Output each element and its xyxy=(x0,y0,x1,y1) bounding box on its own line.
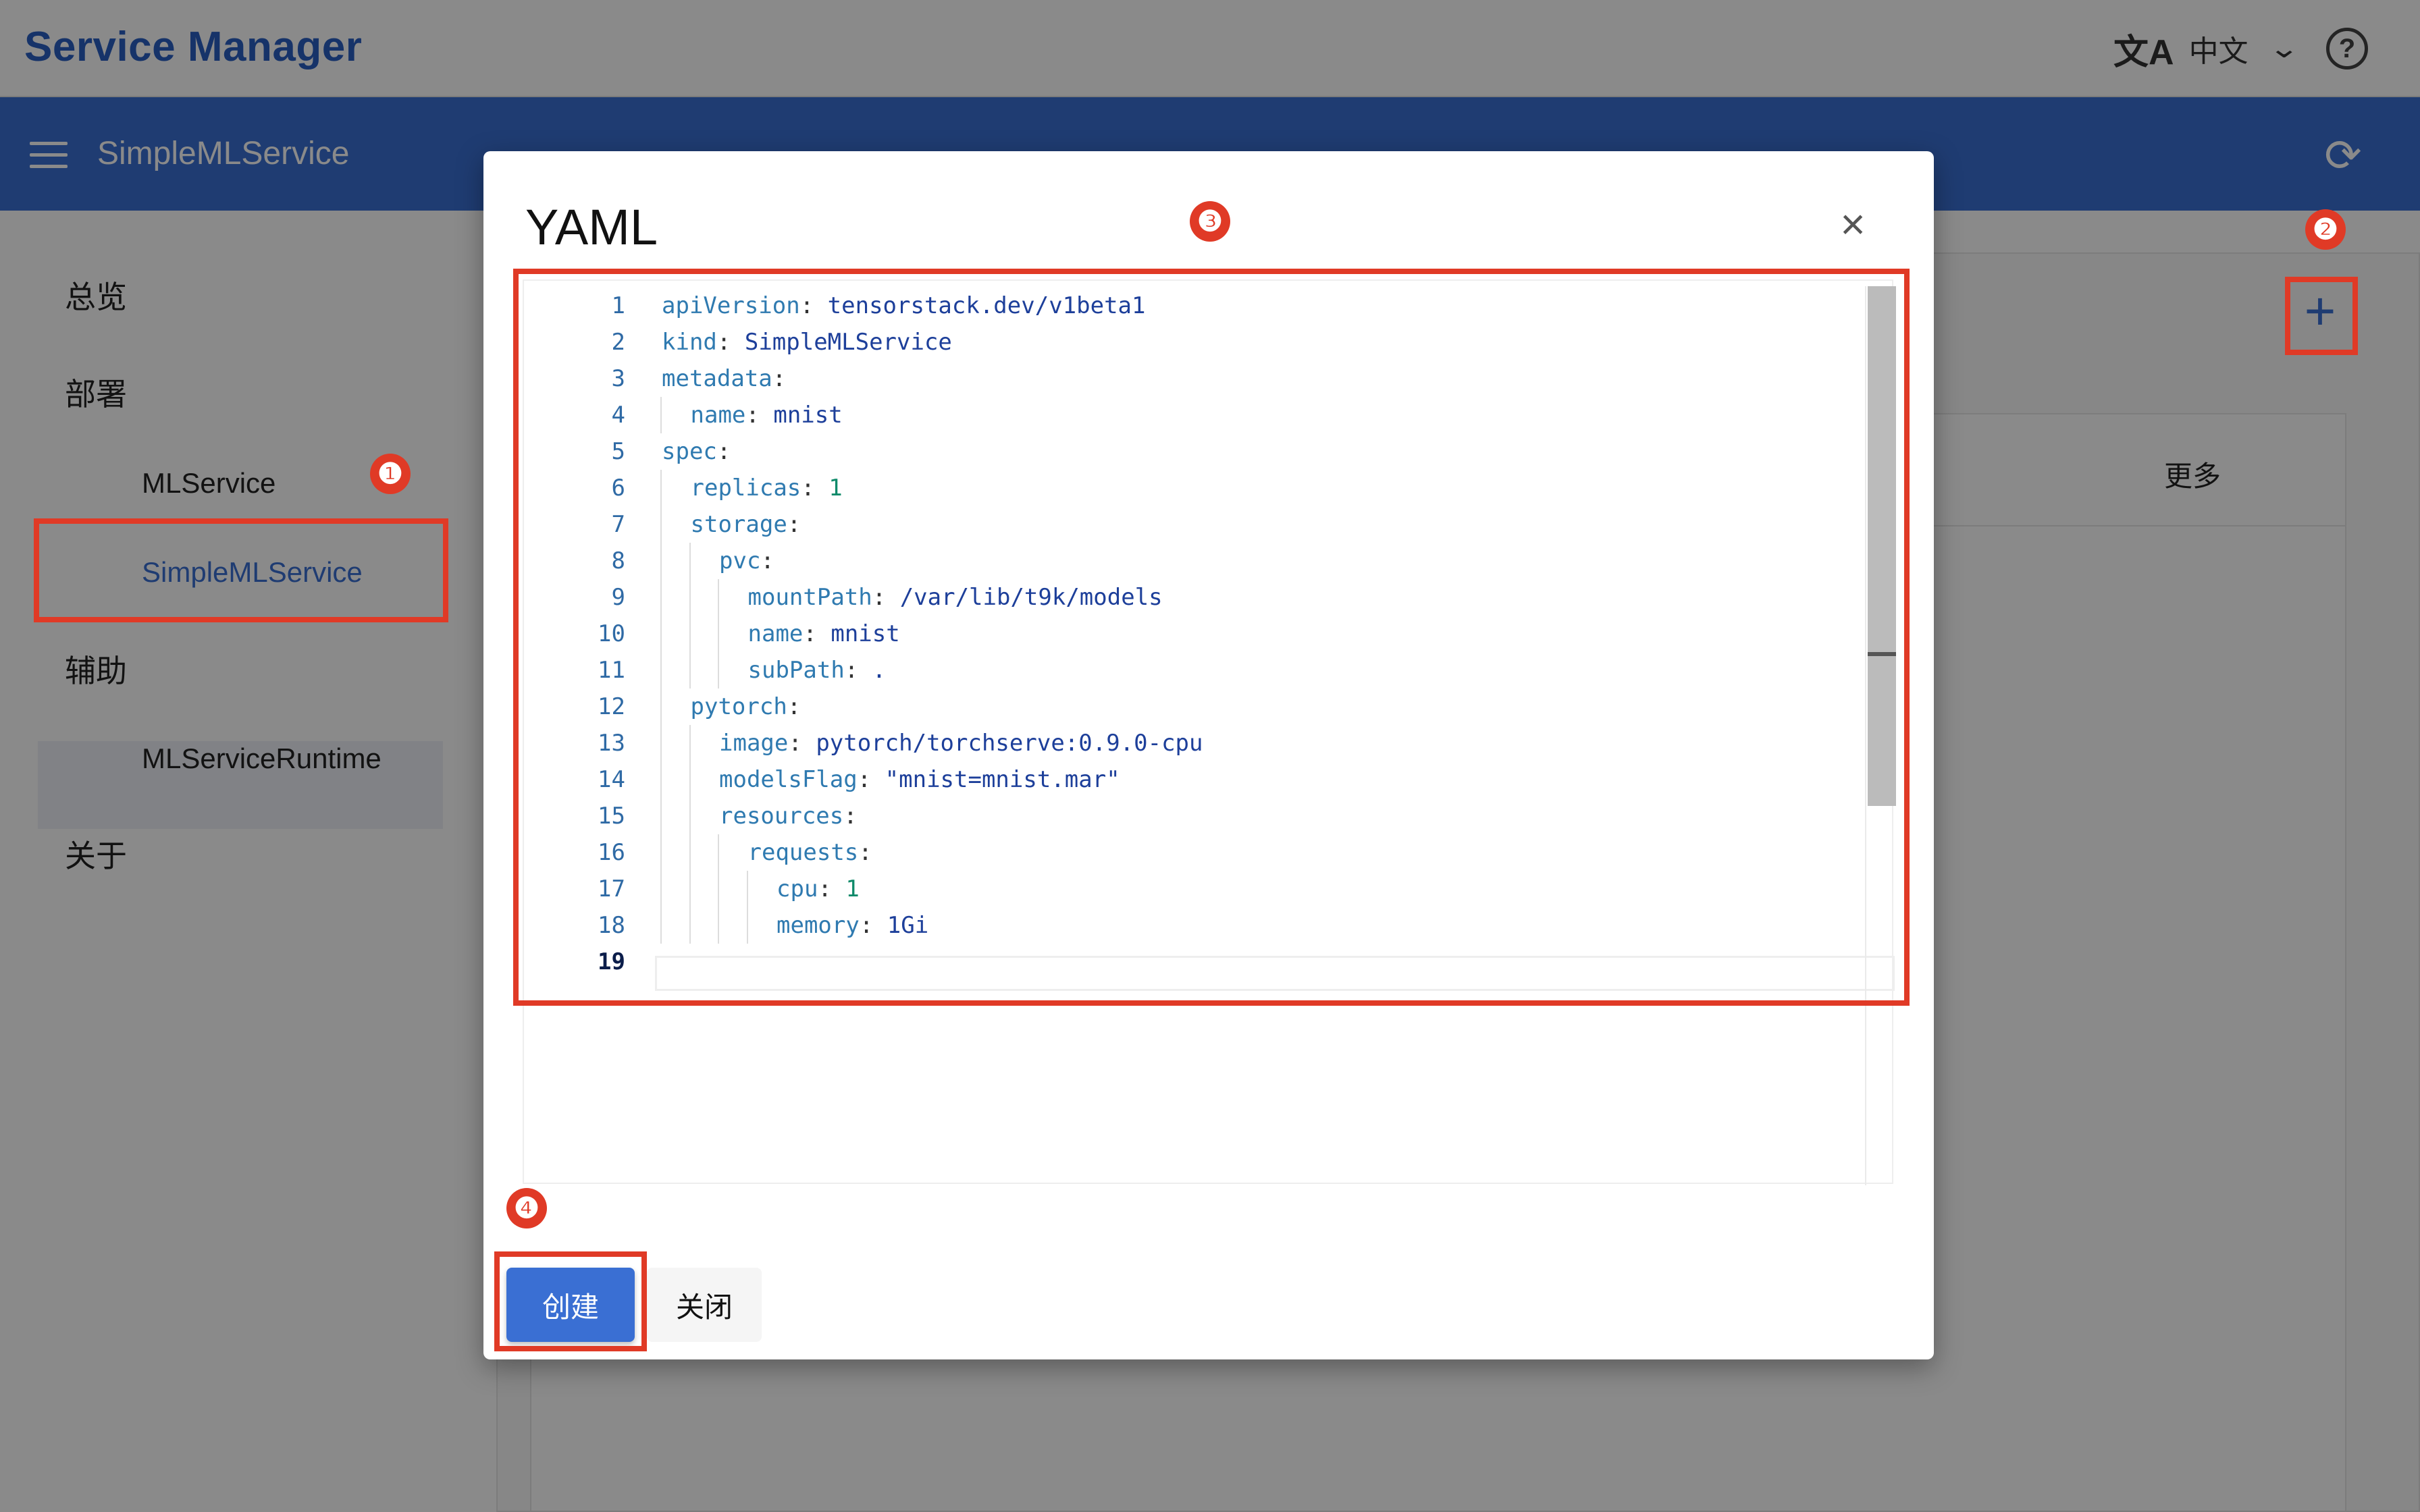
annotation-badge-1: ❶ xyxy=(370,454,411,494)
close-button[interactable]: 关闭 xyxy=(647,1268,762,1342)
annotation-box-create xyxy=(494,1251,647,1351)
annotation-badge-4: ❹ xyxy=(506,1188,547,1228)
dialog-title: YAML xyxy=(525,199,658,255)
close-icon[interactable]: × xyxy=(1833,202,1873,246)
annotation-box-editor xyxy=(513,269,1910,1006)
annotation-box-add xyxy=(2285,277,2358,355)
annotation-badge-3: ❸ xyxy=(1190,201,1230,242)
annotation-box-sidebar xyxy=(34,518,448,622)
annotation-badge-2: ❷ xyxy=(2305,209,2346,250)
